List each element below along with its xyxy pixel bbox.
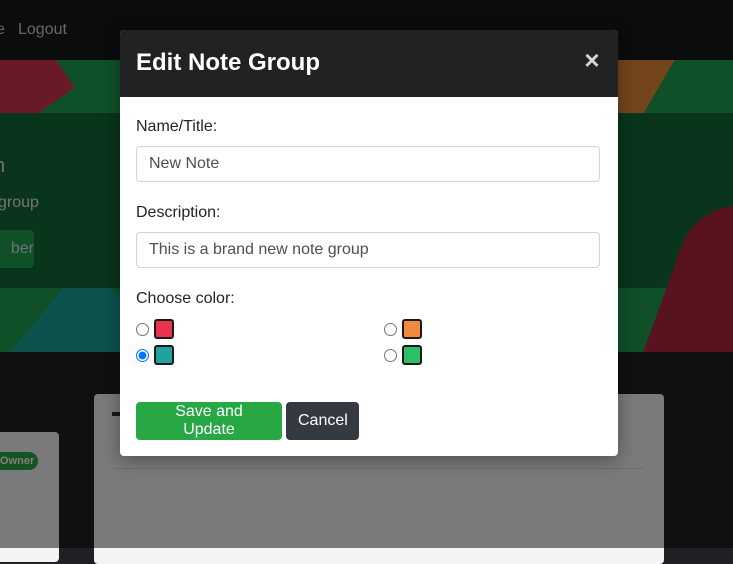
modal-header: Edit Note Group × xyxy=(120,30,618,97)
color-radio-red[interactable] xyxy=(136,323,149,336)
color-label: Choose color: xyxy=(136,290,235,307)
modal-title: Edit Note Group xyxy=(136,49,320,76)
cancel-button[interactable]: Cancel xyxy=(286,402,359,440)
description-label: Description: xyxy=(136,204,221,221)
color-swatch-red xyxy=(154,319,174,339)
name-label: Name/Title: xyxy=(136,118,218,135)
description-input[interactable] xyxy=(136,232,600,268)
color-radio-teal[interactable] xyxy=(136,349,149,362)
color-radio-orange[interactable] xyxy=(384,323,397,336)
color-swatch-teal xyxy=(154,345,174,365)
color-swatch-orange xyxy=(402,319,422,339)
close-icon[interactable]: × xyxy=(582,47,602,73)
save-and-update-button[interactable]: Save and Update xyxy=(136,402,282,440)
edit-note-group-modal: Edit Note Group × Name/Title: Descriptio… xyxy=(120,30,618,456)
name-input[interactable] xyxy=(136,146,600,182)
color-radio-green[interactable] xyxy=(384,349,397,362)
color-swatch-green xyxy=(402,345,422,365)
